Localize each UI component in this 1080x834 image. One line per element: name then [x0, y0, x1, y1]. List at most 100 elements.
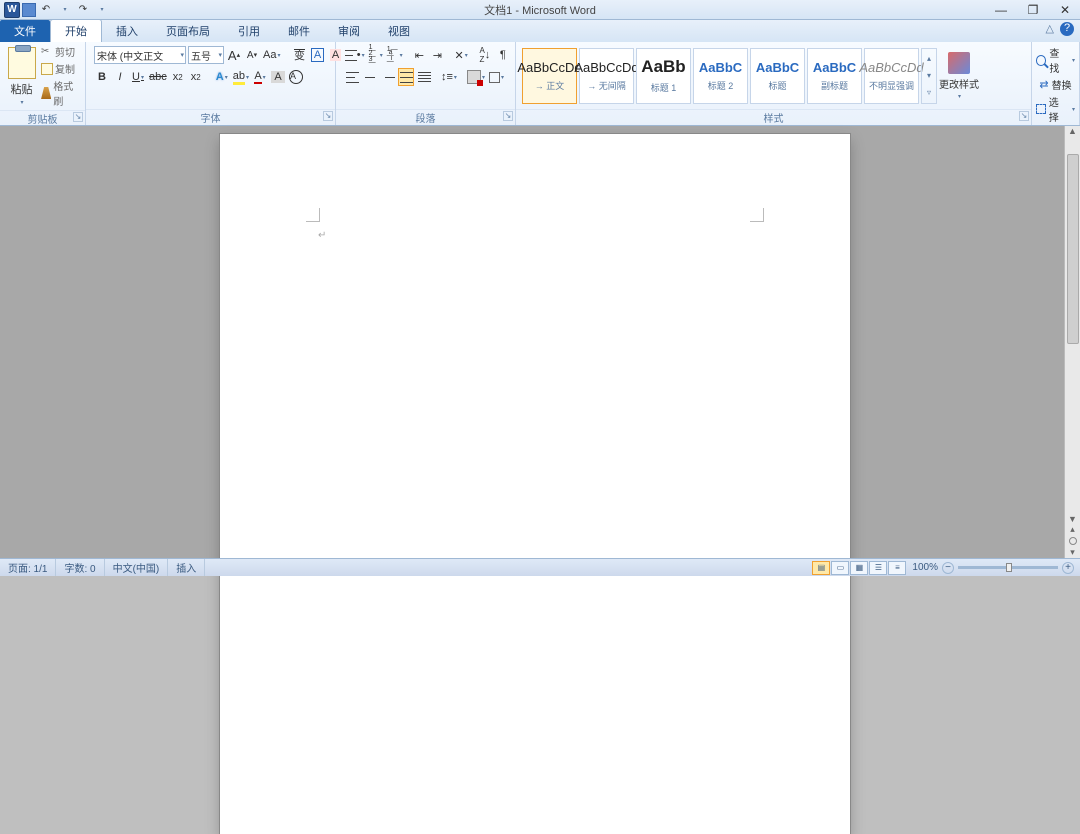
paste-icon	[8, 47, 36, 79]
style-tile-5[interactable]: AaBbC副标题	[807, 48, 862, 104]
char-shading-button[interactable]: A	[270, 68, 286, 86]
align-center-button[interactable]	[362, 68, 378, 86]
char-border-button[interactable]: A	[309, 46, 325, 64]
styles-group: AaBbCcDd→ 正文AaBbCcDd→ 无间隔AaBb标题 1AaBbC标题…	[516, 42, 1032, 125]
show-marks-button[interactable]: ¶	[495, 46, 511, 64]
font-family-combo[interactable]: 宋体 (中文正文▾	[94, 46, 186, 64]
select-button[interactable]: 选择▾	[1036, 94, 1075, 124]
web-layout-view-button[interactable]: ▦	[850, 561, 868, 575]
tab-mailings[interactable]: 邮件	[274, 20, 324, 42]
redo-icon[interactable]: ↷	[75, 2, 91, 18]
strike-button[interactable]: abc	[148, 68, 168, 86]
paste-dropdown-icon[interactable]: ▾	[21, 99, 24, 106]
draft-view-button[interactable]: ≡	[888, 561, 906, 575]
justify-button[interactable]	[398, 68, 414, 86]
tab-review[interactable]: 审阅	[324, 20, 374, 42]
shrink-font-button[interactable]: A▾	[244, 46, 260, 64]
zoom-in-button[interactable]: +	[1062, 562, 1074, 574]
font-size-combo[interactable]: 五号▾	[188, 46, 224, 64]
copy-button[interactable]: 复制	[41, 61, 79, 76]
paragraph-group: •▾ 1—2—3—▾ 1— a— i—▾ ⇤ ⇥ ✕▾ AZ↓ ¶ ↕≡▾	[336, 42, 516, 125]
zoom-out-button[interactable]: −	[942, 562, 954, 574]
font-color-button[interactable]: A▾	[252, 68, 268, 86]
styles-group-label: 样式	[764, 114, 784, 125]
print-layout-view-button[interactable]: ▤	[812, 561, 830, 575]
clipboard-dialog-launcher[interactable]: ↘	[73, 112, 83, 122]
qat-customize-icon[interactable]: ▾	[94, 2, 110, 18]
align-left-button[interactable]	[344, 68, 360, 86]
change-case-button[interactable]: Aa▾	[262, 46, 281, 64]
status-word-count[interactable]: 字数: 0	[56, 559, 104, 576]
status-page[interactable]: 页面: 1/1	[0, 559, 56, 576]
style-tile-1[interactable]: AaBbCcDd→ 无间隔	[579, 48, 634, 104]
tab-view[interactable]: 视图	[374, 20, 424, 42]
style-tile-4[interactable]: AaBbC标题	[750, 48, 805, 104]
zoom-slider[interactable]	[958, 566, 1058, 569]
prev-page-icon[interactable]: ▴	[1070, 524, 1075, 535]
bold-button[interactable]: B	[94, 68, 110, 86]
undo-icon[interactable]: ↶	[38, 2, 54, 18]
zoom-slider-knob[interactable]	[1006, 563, 1012, 572]
undo-dropdown-icon[interactable]: ▾	[57, 2, 73, 18]
phonetic-guide-button[interactable]: 变	[291, 46, 307, 64]
format-painter-button[interactable]: 格式刷	[41, 78, 79, 108]
paragraph-dialog-launcher[interactable]: ↘	[503, 111, 513, 121]
zoom-level[interactable]: 100%	[912, 562, 938, 573]
scroll-thumb[interactable]	[1067, 154, 1079, 344]
italic-button[interactable]: I	[112, 68, 128, 86]
tab-insert[interactable]: 插入	[102, 20, 152, 42]
align-right-button[interactable]	[380, 68, 396, 86]
browse-object-icon[interactable]	[1069, 537, 1077, 545]
paste-button[interactable]: 粘贴 ▾	[6, 47, 37, 106]
document-area[interactable]: ↵	[0, 126, 1064, 558]
full-screen-view-button[interactable]: ▭	[831, 561, 849, 575]
scroll-up-icon[interactable]: ▲	[1068, 126, 1077, 136]
grow-font-button[interactable]: A▴	[226, 46, 242, 64]
help-icon[interactable]: ?	[1060, 22, 1074, 36]
style-tile-6[interactable]: AaBbCcDd不明显强调	[864, 48, 919, 104]
vertical-scrollbar[interactable]: ▲ ▼ ▴ ▾	[1064, 126, 1080, 558]
styles-dialog-launcher[interactable]: ↘	[1019, 111, 1029, 121]
change-styles-button[interactable]: 更改样式▾	[939, 52, 979, 100]
font-dialog-launcher[interactable]: ↘	[323, 111, 333, 121]
minimize-button[interactable]: ―	[990, 3, 1012, 17]
page[interactable]: ↵	[220, 134, 850, 834]
highlight-button[interactable]: ab▾	[232, 68, 250, 86]
distribute-button[interactable]	[416, 68, 432, 86]
styles-more-button[interactable]: ▴▾▿	[921, 48, 937, 104]
bullets-button[interactable]: •▾	[344, 46, 366, 64]
style-tile-0[interactable]: AaBbCcDd→ 正文	[522, 48, 577, 104]
restore-button[interactable]: ❐	[1022, 3, 1044, 17]
increase-indent-button[interactable]: ⇥	[429, 46, 445, 64]
cut-button[interactable]: ✂剪切	[41, 44, 79, 59]
underline-button[interactable]: U▾	[130, 68, 146, 86]
replace-button[interactable]: ⇄替换	[1039, 77, 1071, 92]
superscript-button[interactable]: x2	[188, 68, 204, 86]
decrease-indent-button[interactable]: ⇤	[411, 46, 427, 64]
numbering-button[interactable]: 1—2—3—▾	[368, 46, 384, 64]
tab-home[interactable]: 开始	[50, 19, 102, 42]
tab-file[interactable]: 文件	[0, 20, 50, 42]
enclosed-chars-button[interactable]: A	[288, 68, 304, 86]
outline-view-button[interactable]: ☰	[869, 561, 887, 575]
tab-references[interactable]: 引用	[224, 20, 274, 42]
status-insert-mode[interactable]: 插入	[168, 559, 205, 576]
shading-button[interactable]: ▾	[466, 68, 486, 86]
find-button[interactable]: 查找▾	[1036, 45, 1075, 75]
style-tile-3[interactable]: AaBbC标题 2	[693, 48, 748, 104]
close-button[interactable]: ✕	[1054, 3, 1076, 17]
text-effects-button[interactable]: A▾	[214, 68, 230, 86]
line-spacing-button[interactable]: ↕≡▾	[440, 68, 458, 86]
style-tile-2[interactable]: AaBb标题 1	[636, 48, 691, 104]
asian-layout-button[interactable]: ✕▾	[453, 46, 469, 64]
tab-page-layout[interactable]: 页面布局	[152, 20, 224, 42]
scroll-down-icon[interactable]: ▼	[1068, 514, 1077, 524]
next-page-icon[interactable]: ▾	[1070, 547, 1075, 558]
borders-button[interactable]: ▾	[488, 68, 505, 86]
subscript-button[interactable]: x2	[170, 68, 186, 86]
sort-button[interactable]: AZ↓	[477, 46, 493, 64]
multilevel-list-button[interactable]: 1— a— i—▾	[386, 46, 404, 64]
save-icon[interactable]	[22, 3, 36, 17]
minimize-ribbon-icon[interactable]: △	[1046, 22, 1054, 36]
status-language[interactable]: 中文(中国)	[105, 559, 169, 576]
